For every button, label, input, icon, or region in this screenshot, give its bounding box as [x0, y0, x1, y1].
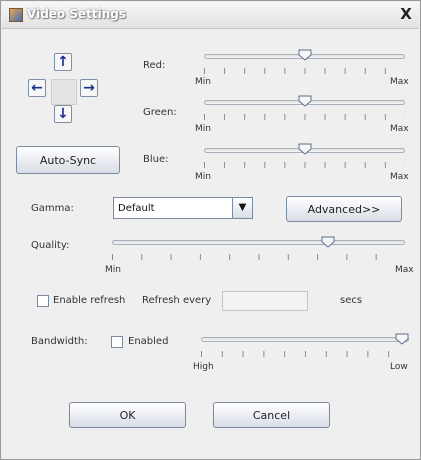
pan-pad-center: [51, 79, 77, 105]
enable-refresh-label: Enable refresh: [53, 295, 126, 306]
auto-sync-button[interactable]: Auto-Sync: [16, 146, 120, 174]
blue-label: Blue:: [143, 154, 169, 165]
blue-min-label: Min: [195, 172, 211, 182]
green-slider-ticks: [204, 114, 405, 120]
blue-slider-thumb[interactable]: [298, 143, 312, 155]
app-icon: [9, 8, 23, 22]
green-label: Green:: [143, 107, 177, 118]
bandwidth-enabled-label: Enabled: [128, 336, 169, 347]
red-max-label: Max: [390, 77, 409, 87]
quality-slider-thumb[interactable]: [321, 236, 335, 248]
quality-slider-track[interactable]: [112, 240, 405, 245]
gamma-select[interactable]: Default ▼: [113, 197, 253, 219]
bandwidth-label: Bandwidth:: [31, 336, 88, 347]
red-slider-ticks: [204, 68, 405, 74]
pan-left-button[interactable]: ←: [28, 79, 46, 97]
bandwidth-slider-ticks: [201, 351, 409, 357]
ok-button[interactable]: OK: [69, 402, 186, 428]
enable-refresh-checkbox[interactable]: [37, 295, 49, 307]
bandwidth-slider-track[interactable]: [201, 337, 409, 342]
quality-slider-ticks: [112, 254, 405, 260]
pan-up-button[interactable]: ↑: [54, 53, 72, 71]
gamma-selected-value: Default: [118, 203, 155, 214]
bandwidth-slider-thumb[interactable]: [395, 333, 409, 345]
pan-down-button[interactable]: ↓: [54, 105, 72, 123]
window-title: Video Settings: [27, 7, 126, 21]
red-slider-thumb[interactable]: [298, 49, 312, 61]
red-min-label: Min: [195, 77, 211, 87]
cancel-button[interactable]: Cancel: [213, 402, 330, 428]
video-settings-window: Video Settings X ↑ ← → ↓ Red: Min Max Gr…: [0, 0, 421, 460]
bandwidth-low-label: Low: [390, 362, 408, 372]
blue-max-label: Max: [390, 172, 409, 182]
green-min-label: Min: [195, 124, 211, 134]
advanced-button[interactable]: Advanced>>: [286, 196, 402, 222]
green-slider-thumb[interactable]: [298, 95, 312, 107]
quality-min-label: Min: [105, 265, 121, 275]
refresh-every-label: Refresh every: [142, 295, 212, 306]
quality-label: Quality:: [31, 240, 70, 251]
red-label: Red:: [143, 60, 166, 71]
bandwidth-enabled-checkbox[interactable]: [111, 336, 123, 348]
green-max-label: Max: [390, 124, 409, 134]
close-icon[interactable]: X: [398, 5, 414, 23]
bandwidth-high-label: High: [193, 362, 214, 372]
dropdown-arrow-icon[interactable]: ▼: [232, 198, 252, 218]
refresh-unit-label: secs: [340, 295, 363, 306]
blue-slider-ticks: [204, 162, 405, 168]
pan-right-button[interactable]: →: [80, 79, 98, 97]
title-bar: Video Settings X: [2, 2, 419, 29]
refresh-interval-field[interactable]: [222, 291, 308, 311]
quality-max-label: Max: [395, 265, 414, 275]
gamma-label: Gamma:: [31, 203, 74, 214]
